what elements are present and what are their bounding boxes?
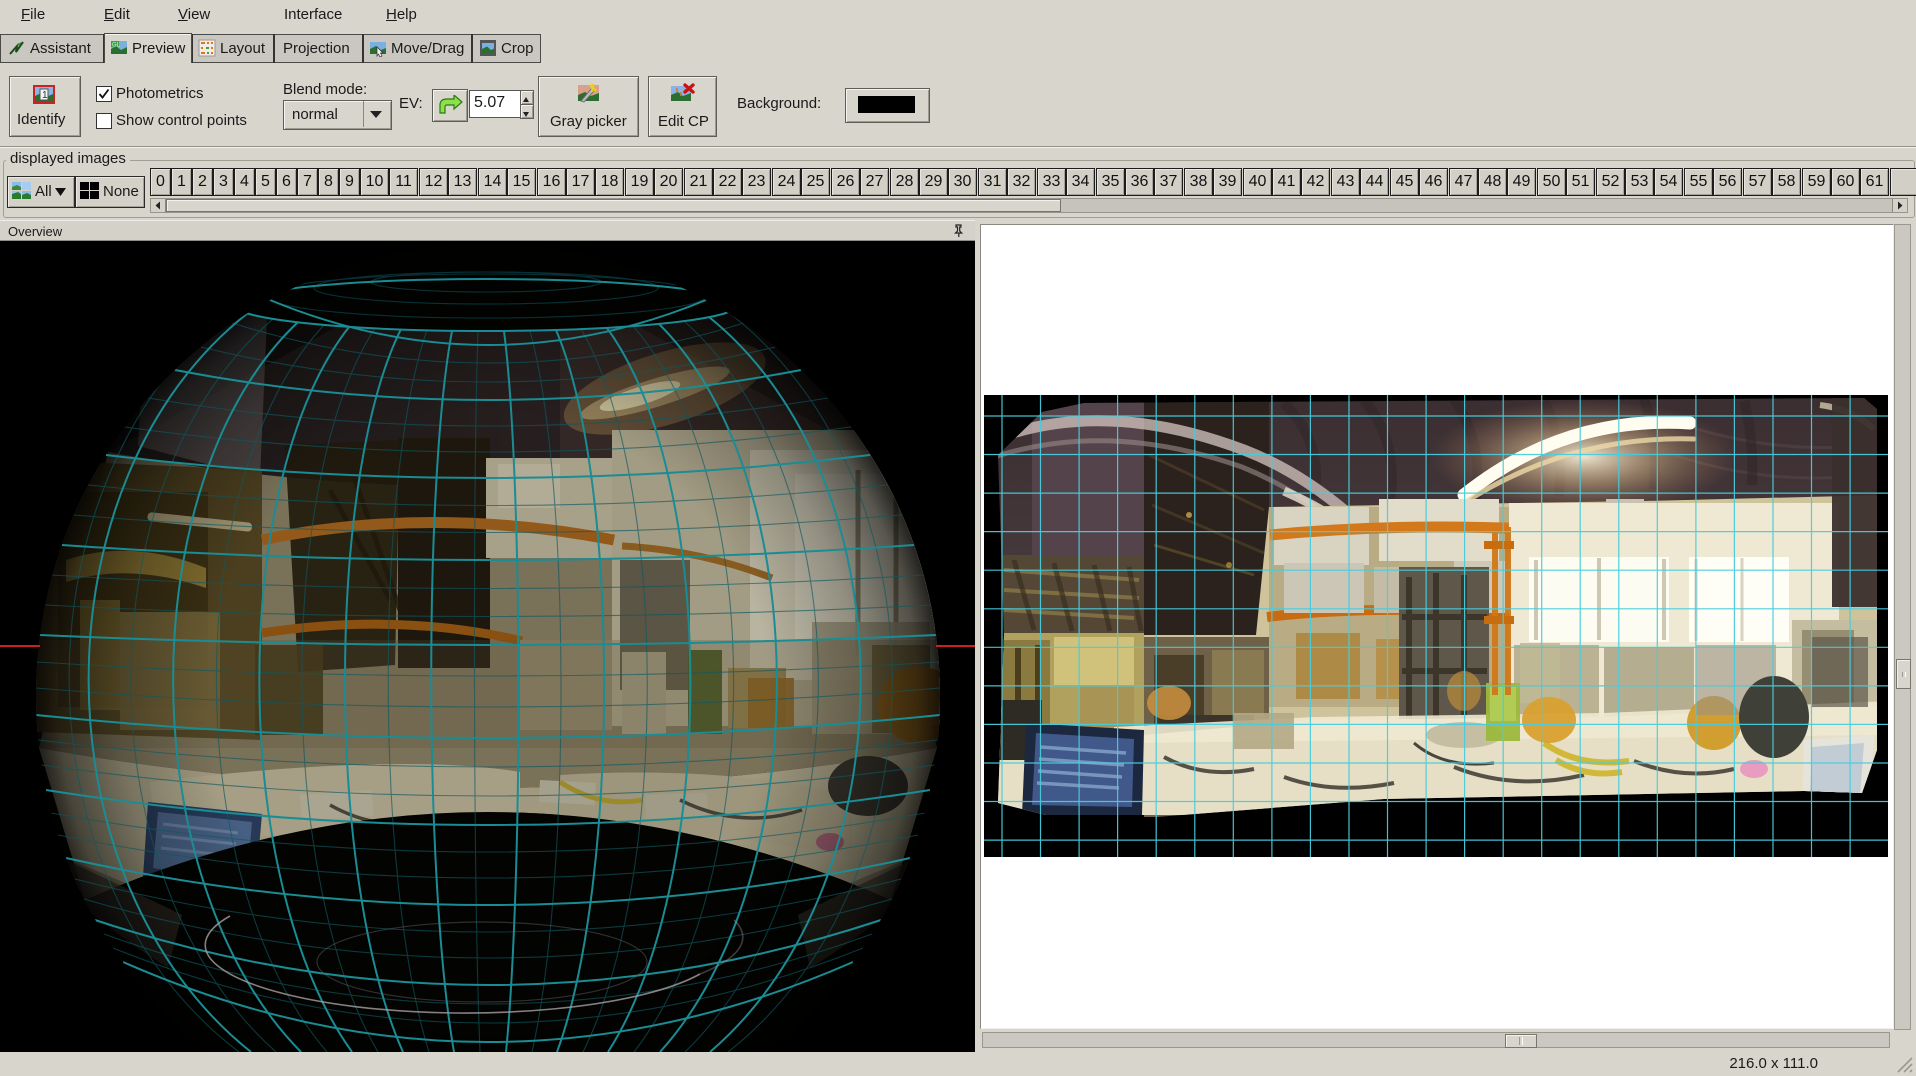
svg-text:GL: GL — [112, 43, 121, 49]
svg-text:1: 1 — [42, 90, 48, 101]
